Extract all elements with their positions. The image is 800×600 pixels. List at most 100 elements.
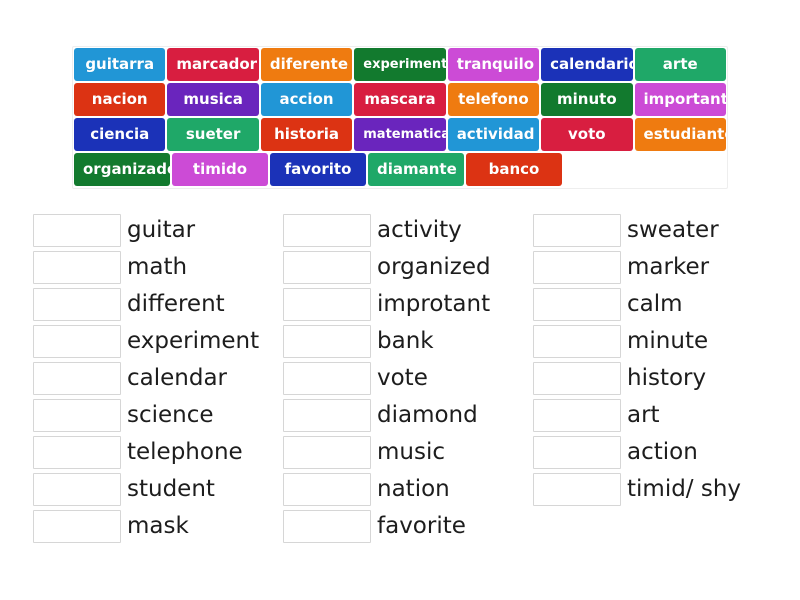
answer-dropzone[interactable] (283, 399, 371, 432)
word-tile[interactable]: arte (634, 48, 726, 81)
answer-label: experiment (127, 328, 260, 354)
word-tile[interactable]: organizado (74, 153, 170, 186)
answer-label: student (127, 476, 215, 502)
answer-row: improtant (283, 286, 533, 323)
answer-dropzone[interactable] (33, 362, 121, 395)
answer-row: telephone (33, 434, 283, 471)
word-tile[interactable]: actividad (447, 118, 540, 151)
answer-row: timid/ shy (533, 471, 783, 508)
word-tile[interactable]: tranquilo (447, 48, 540, 81)
word-tile[interactable]: musica (167, 83, 259, 116)
answer-row: music (283, 434, 533, 471)
word-tile[interactable]: marcador (167, 48, 259, 81)
word-tile[interactable]: diferente (260, 48, 353, 81)
word-tile[interactable]: estudiante (634, 118, 726, 151)
answer-row: science (33, 397, 283, 434)
answer-label: math (127, 254, 188, 280)
answer-dropzone[interactable] (33, 510, 121, 543)
answer-dropzone[interactable] (283, 436, 371, 469)
word-tile[interactable]: historia (260, 118, 353, 151)
answer-row: calm (533, 286, 783, 323)
answer-label: telephone (127, 439, 243, 465)
answer-label: music (377, 439, 446, 465)
answer-label: guitar (127, 217, 196, 243)
answer-dropzone[interactable] (33, 251, 121, 284)
answer-dropzone[interactable] (533, 399, 621, 432)
answer-label: nation (377, 476, 450, 502)
word-tile[interactable]: voto (541, 118, 633, 151)
answer-row: art (533, 397, 783, 434)
answer-row: experiment (33, 323, 283, 360)
answer-row: activity (283, 212, 533, 249)
word-tile[interactable]: ciencia (74, 118, 166, 151)
answer-column-3: sweater marker calm minute history art action t… (533, 212, 783, 545)
answer-row: organized (283, 249, 533, 286)
answer-label: organized (377, 254, 491, 280)
answer-dropzone[interactable] (533, 214, 621, 247)
answer-dropzone[interactable] (33, 436, 121, 469)
answer-dropzone[interactable] (33, 473, 121, 506)
answer-label: art (627, 402, 660, 428)
answer-dropzone[interactable] (283, 362, 371, 395)
answer-dropzone[interactable] (283, 288, 371, 321)
answer-dropzone[interactable] (33, 399, 121, 432)
word-tile[interactable]: mascara (354, 83, 446, 116)
answer-dropzone[interactable] (33, 214, 121, 247)
word-tile[interactable]: sueter (167, 118, 259, 151)
word-tile[interactable]: guitarra (74, 48, 166, 81)
answer-dropzone[interactable] (533, 325, 621, 358)
tile-row: guitarramarcadordiferenteexperimentotran… (74, 48, 726, 81)
answer-label: favorite (377, 513, 466, 539)
answer-row: vote (283, 360, 533, 397)
answer-label: calendar (127, 365, 228, 391)
answer-dropzone[interactable] (533, 473, 621, 506)
answer-label: mask (127, 513, 189, 539)
answer-dropzone[interactable] (533, 288, 621, 321)
word-tile[interactable]: favorito (270, 153, 366, 186)
answer-label: science (127, 402, 214, 428)
answer-dropzone[interactable] (33, 325, 121, 358)
answer-row: nation (283, 471, 533, 508)
answer-label: marker (627, 254, 710, 280)
answer-label: sweater (627, 217, 719, 243)
word-tile[interactable]: banco (466, 153, 562, 186)
word-tile[interactable]: calendario (541, 48, 633, 81)
answer-dropzone[interactable] (283, 214, 371, 247)
answer-label: vote (377, 365, 428, 391)
answer-dropzone[interactable] (283, 473, 371, 506)
answer-label: different (127, 291, 225, 317)
answer-dropzone[interactable] (533, 251, 621, 284)
answer-row: different (33, 286, 283, 323)
word-tile[interactable]: experimento (354, 48, 446, 81)
word-tile[interactable]: telefono (447, 83, 540, 116)
word-tile-bank: guitarramarcadordiferenteexperimentotran… (72, 46, 728, 189)
answer-row: mask (33, 508, 283, 545)
answer-row: math (33, 249, 283, 286)
answer-column-1: guitar math different experiment calendar sci… (33, 212, 283, 545)
word-tile[interactable]: diamante (368, 153, 464, 186)
word-tile[interactable]: nacion (74, 83, 166, 116)
answer-label: bank (377, 328, 434, 354)
word-tile[interactable]: accion (260, 83, 353, 116)
answer-row: calendar (33, 360, 283, 397)
answer-label: diamond (377, 402, 478, 428)
word-tile[interactable]: minuto (541, 83, 633, 116)
word-tile[interactable]: importante (634, 83, 726, 116)
tile-row: nacion musica accion mascara telefono minuto i… (74, 83, 726, 116)
word-tile[interactable]: matematicas (354, 118, 446, 151)
answer-label: improtant (377, 291, 491, 317)
answer-dropzone[interactable] (283, 510, 371, 543)
answer-row: minute (533, 323, 783, 360)
answer-dropzone[interactable] (533, 362, 621, 395)
answer-row: action (533, 434, 783, 471)
answer-row: sweater (533, 212, 783, 249)
word-tile[interactable]: timido (172, 153, 268, 186)
answer-dropzone[interactable] (533, 436, 621, 469)
answer-dropzone[interactable] (33, 288, 121, 321)
answer-column-2: activity organized improtant bank vote diamon… (283, 212, 533, 545)
answer-dropzone[interactable] (283, 325, 371, 358)
answer-columns-area: guitar math different experiment calendar sci… (33, 212, 793, 545)
answer-row: marker (533, 249, 783, 286)
answer-row: guitar (33, 212, 283, 249)
answer-dropzone[interactable] (283, 251, 371, 284)
